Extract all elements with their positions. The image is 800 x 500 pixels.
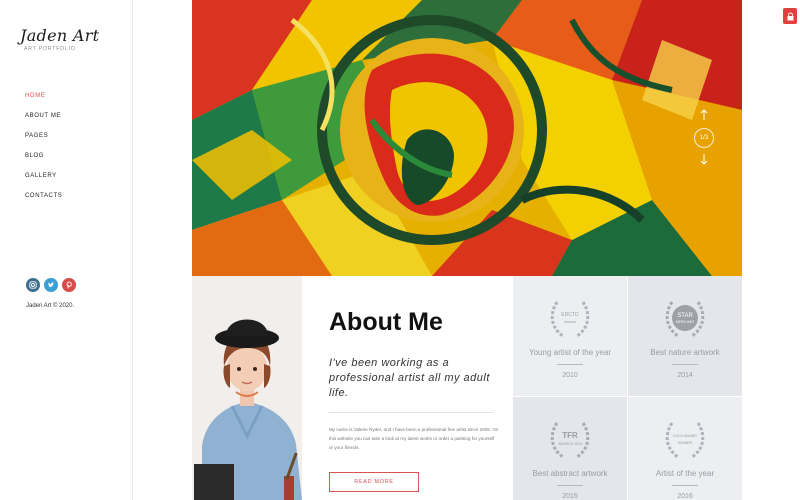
main-nav: HOME ABOUT ME PAGES BLOG GALLERY CONTACT… <box>25 93 62 213</box>
svg-text:STAR: STAR <box>677 313 693 319</box>
award-year: 2016 <box>677 493 693 500</box>
award-divider <box>672 485 698 486</box>
award-title: Best nature artwork <box>650 348 720 357</box>
award-divider <box>557 364 583 365</box>
copyright-text: Jaden Art © 2020. <box>26 303 75 309</box>
lock-icon <box>787 12 793 20</box>
laurel-wreath-icon: STAR MERCHANT <box>665 301 705 338</box>
nav-item-blog[interactable]: BLOG <box>25 153 62 173</box>
site-tagline: ART PORTFOLIO <box>24 46 76 52</box>
svg-text:AWARDS 2015: AWARDS 2015 <box>558 442 582 446</box>
award-card: EDCTO Awards Young artist of the year 20… <box>513 276 627 396</box>
laurel-wreath-icon: EDCTO Awards <box>550 301 590 338</box>
site-logo[interactable]: Jaden Art <box>20 26 99 45</box>
instagram-icon[interactable] <box>26 278 40 292</box>
award-card: GOLD AWARD WINNER Artist of the year 201… <box>628 397 742 500</box>
about-title: About Me <box>329 308 443 336</box>
abstract-painting <box>192 0 742 276</box>
pinterest-icon[interactable] <box>62 278 76 292</box>
read-more-button[interactable]: READ MORE <box>329 472 419 492</box>
nav-item-contacts[interactable]: CONTACTS <box>25 193 62 213</box>
slider-navigation: 1/3 <box>694 108 714 168</box>
svg-text:GOLD AWARD: GOLD AWARD <box>673 434 697 438</box>
svg-text:EDCTO: EDCTO <box>561 312 579 318</box>
slider-down-arrow-icon[interactable] <box>694 152 714 166</box>
sidebar: Jaden Art ART PORTFOLIO HOME ABOUT ME PA… <box>0 0 133 500</box>
svg-text:TFR: TFR <box>562 431 578 440</box>
laurel-wreath-icon: TFR AWARDS 2015 <box>550 422 590 459</box>
award-divider <box>672 364 698 365</box>
award-year: 2015 <box>562 493 578 500</box>
awards-grid: EDCTO Awards Young artist of the year 20… <box>513 276 742 500</box>
svg-text:MERCHANT: MERCHANT <box>676 320 694 324</box>
about-body: My name is Valerie Ryder, and I have bee… <box>329 427 499 450</box>
award-title: Artist of the year <box>655 469 715 478</box>
artist-portrait <box>192 276 302 500</box>
account-lock-button[interactable] <box>783 8 797 24</box>
award-year: 2010 <box>562 372 578 379</box>
twitter-icon[interactable] <box>44 278 58 292</box>
slide-counter: 1/3 <box>694 128 714 148</box>
about-section: About Me I've been working as a professi… <box>302 276 513 500</box>
award-card: STAR MERCHANT Best nature artwork 2014 <box>628 276 742 396</box>
award-title: Young artist of the year <box>529 348 611 357</box>
social-links <box>26 278 76 292</box>
award-divider <box>557 485 583 486</box>
award-card: TFR AWARDS 2015 Best abstract artwork 20… <box>513 397 627 500</box>
svg-text:WINNER: WINNER <box>678 441 693 445</box>
svg-text:Awards: Awards <box>564 320 576 324</box>
slider-up-arrow-icon[interactable] <box>694 108 714 122</box>
nav-item-gallery[interactable]: GALLERY <box>25 173 62 193</box>
divider <box>329 412 494 413</box>
nav-item-about-me[interactable]: ABOUT ME <box>25 113 62 133</box>
laurel-wreath-icon: GOLD AWARD WINNER <box>665 422 705 459</box>
hero-slider-image[interactable] <box>192 0 742 276</box>
about-lead: I've been working as a professional arti… <box>329 357 490 399</box>
award-title: Best abstract artwork <box>532 469 608 478</box>
nav-item-home[interactable]: HOME <box>25 93 62 113</box>
nav-item-pages[interactable]: PAGES <box>25 133 62 153</box>
award-year: 2014 <box>677 372 693 379</box>
